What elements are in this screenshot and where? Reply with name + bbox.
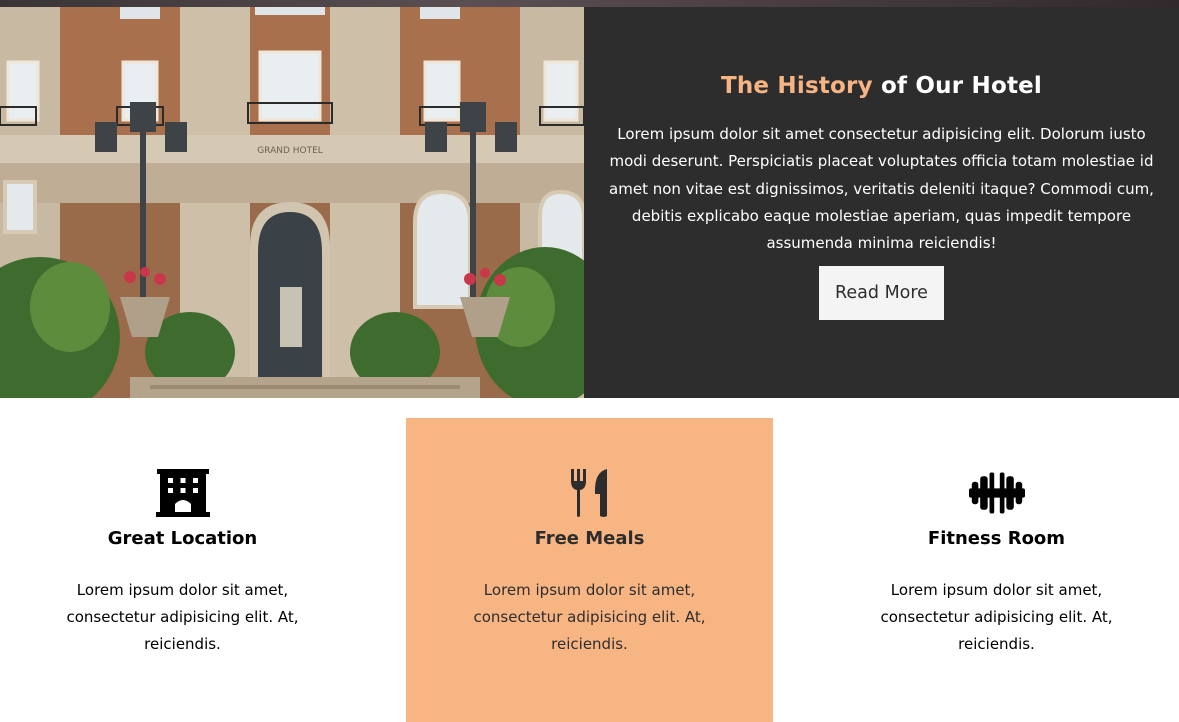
hotel-sign-text: GRAND HOTEL bbox=[257, 146, 323, 156]
feature-card-fitness: Fitness Room Lorem ipsum dolor sit amet,… bbox=[813, 418, 1179, 722]
feature-title: Free Meals bbox=[534, 528, 645, 549]
hotel-facade-image: GRAND HOTEL bbox=[0, 7, 584, 398]
utensils-icon bbox=[562, 467, 618, 519]
dumbbell-icon bbox=[968, 467, 1025, 519]
feature-description: Lorem ipsum dolor sit amet, consectetur … bbox=[66, 581, 299, 653]
read-more-button[interactable]: Read More bbox=[819, 266, 944, 321]
history-title: The History of Our Hotel bbox=[721, 73, 1042, 99]
feature-description: Lorem ipsum dolor sit amet, consectetur … bbox=[473, 581, 706, 653]
features-section: Great Location Lorem ipsum dolor sit ame… bbox=[0, 418, 1179, 722]
history-title-accent: The History bbox=[720, 73, 873, 99]
feature-card-meals: Free Meals Lorem ipsum dolor sit amet, c… bbox=[406, 418, 773, 722]
feature-title: Fitness Room bbox=[927, 528, 1066, 549]
feature-card-location: Great Location Lorem ipsum dolor sit ame… bbox=[0, 418, 366, 722]
building-icon bbox=[155, 467, 211, 519]
history-description: Lorem ipsum dolor sit amet consectetur a… bbox=[609, 125, 1154, 253]
history-title-rest: of Our Hotel bbox=[881, 73, 1043, 99]
history-section: GRAND HOTEL The History of Our Hotel Lor… bbox=[0, 7, 1179, 398]
feature-title: Great Location bbox=[107, 528, 258, 549]
top-image-strip bbox=[0, 0, 1179, 7]
history-panel: The History of Our Hotel Lorem ipsum dol… bbox=[584, 7, 1179, 398]
feature-description: Lorem ipsum dolor sit amet, consectetur … bbox=[880, 581, 1113, 653]
